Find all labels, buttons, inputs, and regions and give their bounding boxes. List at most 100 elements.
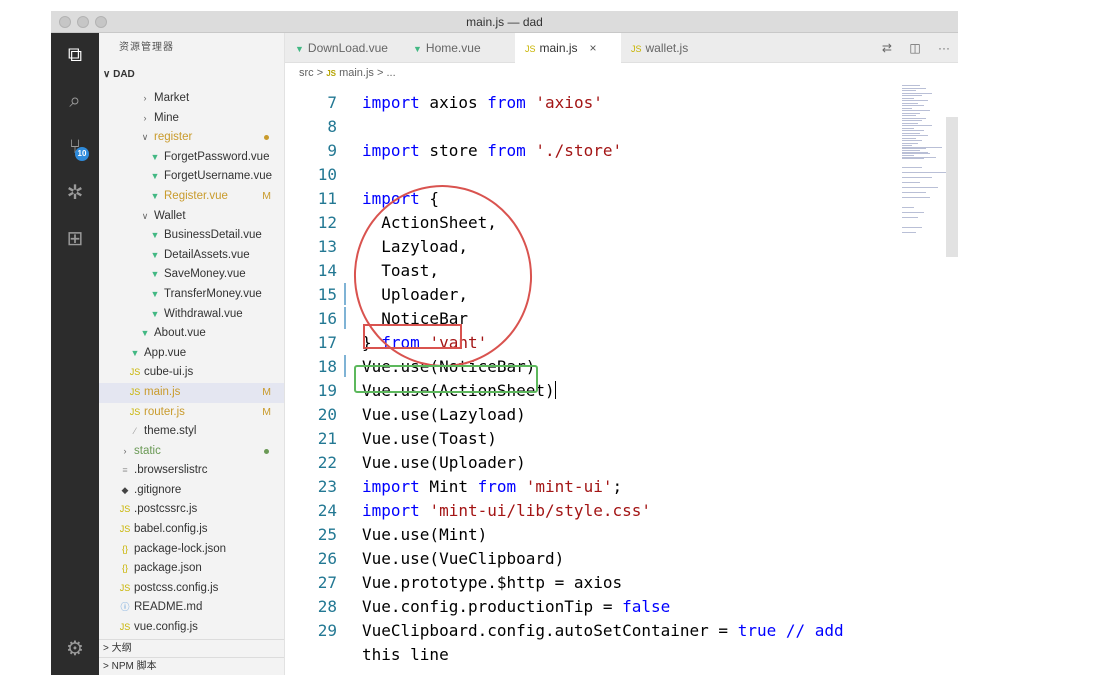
minimap[interactable] — [888, 81, 958, 675]
code-line: 8 — [285, 115, 885, 139]
code-token: Mint — [419, 477, 478, 496]
code-token: import — [362, 501, 420, 520]
split-editor-icon[interactable]: ◫ — [909, 41, 920, 55]
file-icon: {} — [121, 563, 128, 574]
tree-item[interactable]: JS .postcssrc.js — [99, 500, 284, 520]
tree-item[interactable]: ▼ TransferMoney.vue — [99, 285, 284, 305]
breadcrumb-src[interactable]: src > — [299, 67, 323, 79]
file-type-icon: JS — [631, 44, 642, 54]
tree-item[interactable]: ≡ .browserslistrc — [99, 461, 284, 481]
minimap-line — [902, 145, 912, 146]
tree-item[interactable]: ▼ DetailAssets.vue — [99, 246, 284, 266]
file-tree: › Market › Mine ∨ register ▼ ForgetPassword.vue… — [99, 89, 284, 638]
npm-scripts-section-header[interactable]: > NPM 脚本 — [99, 657, 284, 675]
tree-item[interactable]: › Market — [99, 89, 284, 109]
more-actions-icon[interactable]: ··· — [938, 41, 950, 55]
explorer-icon[interactable]: ⧉ — [61, 41, 89, 69]
editor-tab[interactable]: JS main.js × — [515, 33, 621, 63]
file-icon: JS — [119, 582, 131, 593]
code-token: this line — [362, 645, 449, 664]
editor-tab[interactable]: ▼ Home.vue — [403, 33, 515, 63]
file-icon: › — [143, 93, 147, 103]
line-number: 24 — [317, 501, 337, 520]
tree-item[interactable]: JS postcss.config.js — [99, 579, 284, 599]
tree-item-label: README.md — [134, 601, 203, 614]
gear-icon[interactable]: ⚙ — [61, 635, 89, 663]
file-icon: ▼ — [140, 328, 150, 339]
minimap-line — [902, 102, 918, 104]
editor-tab[interactable]: ▼ DownLoad.vue — [285, 33, 403, 63]
code-line: 9 import store from './store' — [285, 139, 885, 163]
file-icon: ≡ — [122, 465, 128, 476]
code-line: 10 — [285, 163, 885, 187]
code-line: 23 import Mint from 'mint-ui'; — [285, 475, 885, 499]
minimap-line — [902, 112, 920, 114]
tree-item-label: DetailAssets.vue — [164, 248, 250, 261]
tree-item[interactable]: ∨ register — [99, 128, 284, 148]
tab-label: Home.vue — [425, 41, 481, 55]
outline-section-header[interactable]: > 大纲 — [99, 639, 284, 657]
tab-label: main.js — [539, 41, 578, 55]
compare-changes-icon[interactable]: ⇄ — [882, 41, 892, 55]
debug-icon[interactable]: ✲ — [61, 179, 89, 207]
tree-item[interactable]: ▼ App.vue — [99, 344, 284, 364]
tree-item[interactable]: ▼ About.vue — [99, 324, 284, 344]
tree-item[interactable]: ⓘ README.md — [99, 598, 284, 618]
breadcrumb-file[interactable]: main.js > ... — [339, 67, 396, 79]
tree-item[interactable]: ▼ ForgetPassword.vue — [99, 148, 284, 168]
line-number: 7 — [327, 93, 337, 112]
extensions-icon[interactable]: ⊞ — [61, 225, 89, 253]
tree-item[interactable]: › static — [99, 442, 284, 462]
tree-item[interactable]: ∨ Wallet — [99, 207, 284, 227]
code-line: this line — [285, 643, 885, 667]
tree-item[interactable]: JS main.js M — [99, 382, 284, 403]
tree-item[interactable]: ▼ Withdrawal.vue — [99, 305, 284, 325]
code-editor[interactable]: 7 import axios from 'axios' 8 9 import store… — [285, 81, 958, 675]
tree-item[interactable]: JS babel.config.js — [99, 520, 284, 540]
file-icon: ▼ — [150, 308, 160, 319]
tree-item[interactable]: {} package.json — [99, 559, 284, 579]
search-icon[interactable]: ⌕ — [61, 87, 89, 115]
tree-item[interactable]: ▼ BusinessDetail.vue — [99, 226, 284, 246]
code-line: 11 import { — [285, 187, 885, 211]
minimap-line — [902, 92, 932, 94]
tab-label: DownLoad.vue — [307, 41, 388, 55]
close-tab-icon[interactable]: × — [590, 41, 597, 55]
tree-item[interactable]: ◆ .gitignore — [99, 481, 284, 501]
tree-item[interactable]: {} package-lock.json — [99, 540, 284, 560]
tree-item[interactable]: › Mine — [99, 109, 284, 129]
tree-item[interactable]: ▼ ForgetUsername.vue — [99, 167, 284, 187]
tree-item-label: babel.config.js — [134, 523, 208, 536]
tree-item-label: SaveMoney.vue — [164, 268, 246, 281]
minimap-line — [902, 122, 918, 124]
text-cursor — [554, 381, 557, 399]
scrollbar-thumb[interactable] — [946, 117, 958, 257]
tree-item[interactable]: JS router.js M — [99, 403, 284, 423]
tree-item[interactable]: ▼ Register.vue M — [99, 187, 284, 207]
tree-item[interactable]: ⁄ theme.styl — [99, 422, 284, 442]
line-number: 11 — [317, 189, 337, 208]
tree-item-label: cube-ui.js — [144, 366, 194, 379]
editor-tab[interactable]: JS wallet.js — [621, 33, 717, 63]
code-token: true — [737, 621, 777, 640]
file-icon: › — [123, 445, 127, 456]
tree-item-label: postcss.config.js — [134, 581, 219, 594]
tree-item[interactable]: JS cube-ui.js — [99, 363, 284, 383]
code-line: 22 Vue.use(Uploader) — [285, 451, 885, 475]
tree-item[interactable]: JS vue.config.js — [99, 618, 284, 638]
breadcrumb: src > JS main.js > ... — [299, 65, 396, 81]
line-number: 14 — [317, 261, 337, 280]
code-token: import — [362, 93, 420, 112]
tree-item[interactable]: ▼ SaveMoney.vue — [99, 265, 284, 285]
minimap-line — [902, 97, 914, 99]
tree-item-label: .postcssrc.js — [134, 503, 198, 516]
explorer-sidebar: 资源管理器 ∨ DAD › Market › Mine ∨ register ▼ Forget… — [99, 33, 285, 675]
file-icon: ◆ — [121, 484, 129, 495]
file-type-icon: JS — [525, 44, 536, 54]
tree-item-label: Wallet — [154, 209, 186, 222]
workspace-section-header[interactable]: ∨ DAD — [99, 67, 135, 83]
source-control-icon[interactable]: ⑂ 10 — [61, 133, 89, 161]
minimap-line — [902, 117, 926, 119]
code-text: VueClipboard.config.autoSetContainer = t… — [362, 619, 844, 643]
